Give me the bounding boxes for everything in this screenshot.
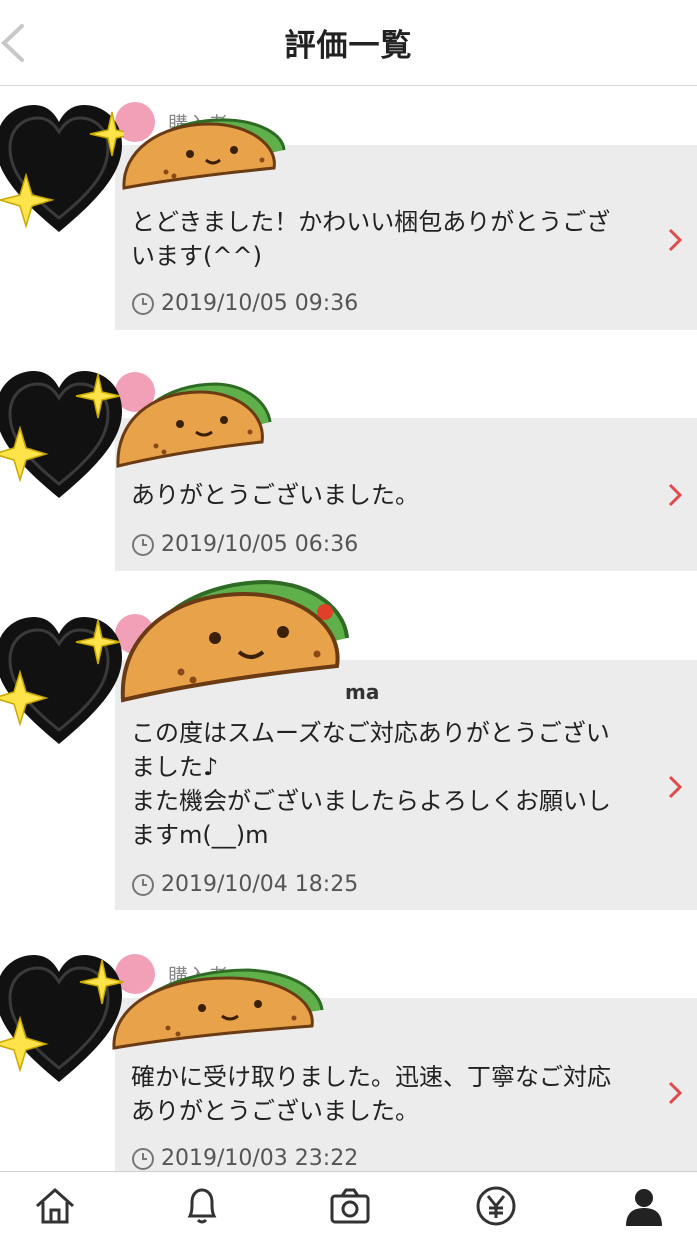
tab-sales[interactable] <box>466 1184 526 1234</box>
chevron-right-icon <box>668 775 683 799</box>
review-date: 2019/10/05 06:36 <box>131 532 358 557</box>
taco-sticker <box>122 118 286 190</box>
review-date: 2019/10/04 18:25 <box>131 872 358 897</box>
review-date-text: 2019/10/05 09:36 <box>161 291 359 316</box>
tab-mypage[interactable] <box>614 1184 674 1234</box>
chevron-right-icon <box>668 228 683 252</box>
review-comment: とどきました！かわいい梱包ありがとうございます(^^) <box>131 208 611 270</box>
tab-sell[interactable] <box>320 1184 380 1234</box>
taco-sticker <box>112 968 324 1050</box>
review-date-text: 2019/10/04 18:25 <box>161 872 359 897</box>
review-comment: ありがとうございました。 <box>131 481 419 509</box>
chevron-right-icon <box>668 483 683 507</box>
page-title: 評価一覧 <box>284 28 413 64</box>
taco-sticker <box>120 579 349 703</box>
chevron-right-icon <box>668 1081 683 1105</box>
tab-bar <box>0 1171 697 1240</box>
clock-icon <box>132 1147 154 1170</box>
black-heart-sticker <box>0 105 124 232</box>
header: 評価一覧 <box>0 0 697 86</box>
clock-icon <box>132 292 154 315</box>
bell-icon <box>187 1188 217 1224</box>
review-date: 2019/10/05 09:36 <box>131 291 358 316</box>
review-comment: 確かに受け取りました。迅速、丁寧なご対応ありがとうございました。 <box>131 1063 611 1125</box>
person-icon <box>626 1189 662 1226</box>
review-date-text: 2019/10/03 23:22 <box>161 1146 359 1171</box>
taco-sticker <box>116 382 272 468</box>
black-heart-sticker <box>0 371 122 498</box>
clock-icon <box>132 873 154 896</box>
black-heart-sticker <box>0 617 122 744</box>
tab-notifications[interactable] <box>172 1184 232 1234</box>
review-date-text: 2019/10/05 06:36 <box>161 532 359 557</box>
yen-icon <box>476 1186 516 1226</box>
review-date: 2019/10/03 23:22 <box>131 1146 358 1171</box>
clock-icon <box>132 533 154 556</box>
tab-home[interactable] <box>25 1184 85 1234</box>
review-comment: この度はスムーズなご対応ありがとうございました♪ また機会がございましたらよろし… <box>131 719 611 849</box>
camera-icon <box>330 1188 370 1224</box>
black-heart-sticker <box>0 955 124 1082</box>
home-icon <box>36 1187 74 1224</box>
